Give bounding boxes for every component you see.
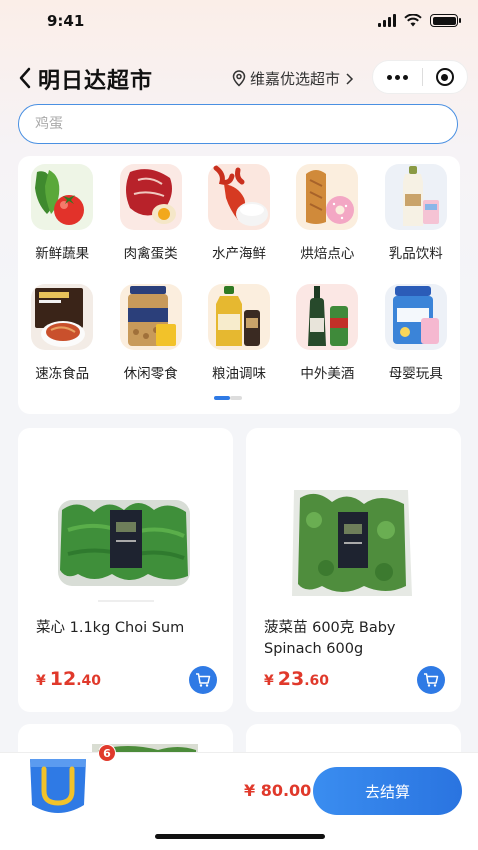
oil-icon bbox=[207, 284, 270, 350]
meat-icon bbox=[119, 164, 182, 230]
snacks-icon bbox=[119, 284, 182, 350]
product-card[interactable]: 菜心 1.1kg Choi Sum ¥ 12 .40 bbox=[18, 428, 233, 712]
category-label: 肉禽蛋类 bbox=[123, 246, 178, 262]
product-price: ¥ 12 .40 bbox=[36, 668, 102, 690]
signal-icon bbox=[378, 14, 396, 27]
product-name: 菠菜苗 600克 Baby Spinach 600g bbox=[264, 620, 396, 657]
category-label: 粮油调味 bbox=[211, 366, 266, 382]
category-label: 烘焙点心 bbox=[300, 246, 355, 262]
lobster-icon bbox=[207, 164, 270, 230]
category-snacks[interactable]: 休闲零食 bbox=[106, 276, 194, 396]
store-name: 维嘉优选超市 bbox=[250, 70, 341, 88]
search-bar[interactable] bbox=[18, 104, 458, 144]
cart-count-badge: 6 bbox=[98, 744, 116, 762]
mini-program-capsule bbox=[372, 60, 468, 94]
status-bar: 9:41 bbox=[0, 0, 478, 44]
shopping-bag-icon bbox=[30, 759, 86, 813]
battery-icon bbox=[430, 14, 461, 27]
vegetables-icon bbox=[31, 164, 94, 230]
category-label: 休闲零食 bbox=[123, 366, 178, 382]
nav-bar: 明日达超市 维嘉优选超市 bbox=[0, 58, 478, 98]
category-grid: 新鲜蔬果 肉禽蛋类 水产海鲜 烘焙点心 乳品饮料 速冻食品 休闲零食 粮油调味 … bbox=[18, 156, 460, 396]
category-oil[interactable]: 粮油调味 bbox=[195, 276, 283, 396]
add-to-cart-button[interactable] bbox=[417, 666, 445, 694]
bread-icon bbox=[296, 164, 359, 230]
chevron-right-icon bbox=[346, 72, 354, 85]
add-to-cart-button[interactable] bbox=[189, 666, 217, 694]
product-card[interactable]: 菠菜苗 600克 Baby Spinach 600g ¥ 23 .60 bbox=[246, 428, 461, 712]
back-button[interactable] bbox=[14, 64, 36, 92]
category-panel: 新鲜蔬果 肉禽蛋类 水产海鲜 烘焙点心 乳品饮料 速冻食品 休闲零食 粮油调味 … bbox=[18, 156, 460, 414]
page-dot bbox=[230, 396, 242, 400]
product-name: 菜心 1.1kg Choi Sum bbox=[36, 620, 185, 636]
page-dot-active bbox=[214, 396, 230, 400]
checkout-button[interactable]: 去结算 bbox=[313, 767, 462, 815]
product-price: ¥ 23 .60 bbox=[264, 668, 330, 690]
milk-icon bbox=[384, 164, 447, 230]
category-label: 新鲜蔬果 bbox=[35, 246, 90, 262]
cart-icon bbox=[424, 673, 439, 687]
category-dairy[interactable]: 乳品饮料 bbox=[372, 156, 460, 276]
target-icon bbox=[435, 68, 454, 86]
category-frozen[interactable]: 速冻食品 bbox=[18, 276, 106, 396]
cart-icon bbox=[196, 673, 211, 687]
category-bakery[interactable]: 烘焙点心 bbox=[283, 156, 371, 276]
store-selector[interactable]: 维嘉优选超市 bbox=[232, 68, 354, 89]
search-input[interactable] bbox=[35, 116, 441, 132]
category-label: 母婴玩具 bbox=[388, 366, 443, 382]
frozen-food-icon bbox=[31, 284, 94, 350]
wine-icon bbox=[296, 284, 359, 350]
baby-formula-icon bbox=[384, 284, 447, 350]
category-label: 乳品饮料 bbox=[388, 246, 443, 262]
more-button[interactable] bbox=[373, 74, 422, 80]
status-icons bbox=[378, 14, 461, 27]
category-pagination bbox=[214, 396, 242, 400]
status-time: 9:41 bbox=[47, 12, 85, 30]
category-meat[interactable]: 肉禽蛋类 bbox=[106, 156, 194, 276]
close-mini-program-button[interactable] bbox=[423, 68, 467, 86]
cart-total: ¥ 80.00 bbox=[244, 781, 312, 800]
chevron-left-icon bbox=[19, 67, 31, 89]
category-label: 水产海鲜 bbox=[211, 246, 266, 262]
product-image bbox=[38, 450, 213, 610]
page-title: 明日达超市 bbox=[38, 69, 154, 94]
product-image bbox=[266, 450, 441, 610]
category-label: 中外美酒 bbox=[300, 366, 355, 382]
category-vegetables[interactable]: 新鲜蔬果 bbox=[18, 156, 106, 276]
category-baby[interactable]: 母婴玩具 bbox=[372, 276, 460, 396]
category-wine[interactable]: 中外美酒 bbox=[283, 276, 371, 396]
cart-bag-button[interactable]: 6 bbox=[26, 744, 116, 817]
home-indicator bbox=[155, 834, 325, 839]
category-label: 速冻食品 bbox=[35, 366, 90, 382]
location-pin-icon bbox=[232, 70, 246, 87]
wifi-icon bbox=[404, 14, 422, 27]
category-seafood[interactable]: 水产海鲜 bbox=[195, 156, 283, 276]
